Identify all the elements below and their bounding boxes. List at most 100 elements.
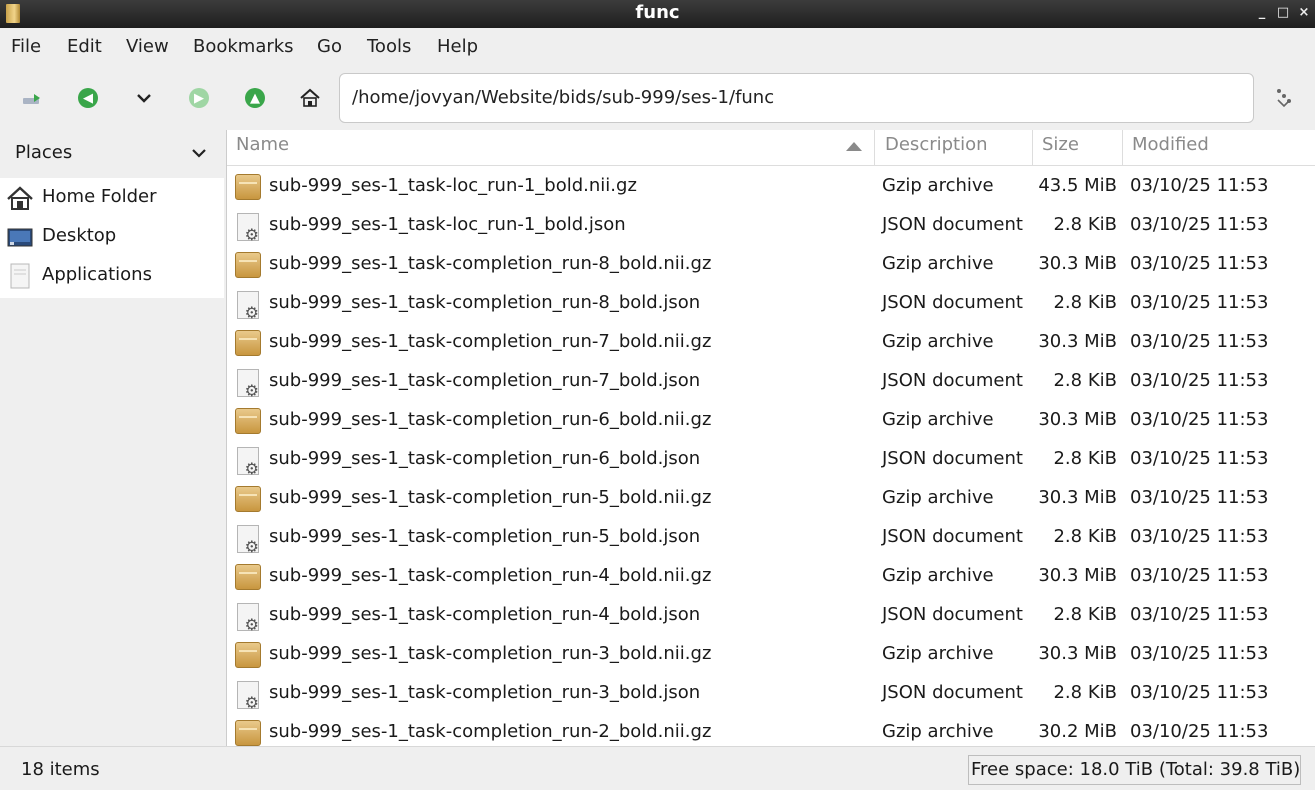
file-size: 2.8 KiB: [1053, 682, 1117, 703]
json-file-icon: [235, 369, 261, 400]
new-tab-button[interactable]: [20, 86, 44, 110]
json-file-icon: [235, 525, 261, 556]
column-header-name[interactable]: Name: [227, 130, 875, 166]
file-row[interactable]: sub-999_ses-1_task-completion_run-2_bold…: [227, 713, 1315, 746]
file-modified: 03/10/25 11:53: [1130, 565, 1269, 586]
maximize-button[interactable]: □: [1276, 4, 1290, 22]
file-size: 2.8 KiB: [1053, 604, 1117, 625]
menu-edit[interactable]: Edit: [67, 36, 102, 57]
menu-tools[interactable]: Tools: [367, 36, 411, 57]
close-button[interactable]: ×: [1297, 4, 1311, 22]
file-row[interactable]: sub-999_ses-1_task-completion_run-4_bold…: [227, 557, 1315, 596]
file-row[interactable]: sub-999_ses-1_task-completion_run-8_bold…: [227, 245, 1315, 284]
file-modified: 03/10/25 11:53: [1130, 292, 1269, 313]
json-file-icon: [235, 603, 261, 634]
archive-icon-glyph: [235, 174, 261, 200]
file-description: JSON document: [882, 448, 1023, 469]
menu-help[interactable]: Help: [437, 36, 478, 57]
path-input[interactable]: /home/jovyan/Website/bids/sub-999/ses-1/…: [339, 73, 1254, 123]
json-file-icon: [235, 213, 261, 244]
file-description: Gzip archive: [882, 565, 994, 586]
menu-bar: File Edit View Bookmarks Go Tools Help: [0, 28, 1315, 64]
column-header-label: Description: [885, 134, 988, 155]
json-file-icon: [235, 681, 261, 712]
file-row[interactable]: sub-999_ses-1_task-completion_run-7_bold…: [227, 362, 1315, 401]
archive-icon: [235, 408, 261, 434]
file-size: 30.3 MiB: [1038, 253, 1117, 274]
file-size: 30.3 MiB: [1038, 331, 1117, 352]
file-modified: 03/10/25 11:53: [1130, 175, 1269, 196]
sidebar-item-label: Desktop: [42, 225, 117, 246]
file-modified: 03/10/25 11:53: [1130, 721, 1269, 742]
menu-go[interactable]: Go: [317, 36, 342, 57]
file-description: Gzip archive: [882, 643, 994, 664]
file-row[interactable]: sub-999_ses-1_task-loc_run-1_bold.nii.gz…: [227, 167, 1315, 206]
json-icon-glyph: [237, 369, 259, 400]
column-header-description[interactable]: Description: [876, 130, 1033, 166]
column-header-size[interactable]: Size: [1033, 130, 1123, 166]
home-icon: [7, 186, 33, 210]
archive-icon-glyph: [235, 564, 261, 590]
chevron-down-icon: [192, 149, 206, 158]
window-title: func: [635, 2, 680, 23]
sort-ascending-icon: [846, 142, 862, 151]
file-size: 30.3 MiB: [1038, 565, 1117, 586]
back-button[interactable]: ◀: [76, 86, 100, 110]
file-row[interactable]: sub-999_ses-1_task-completion_run-3_bold…: [227, 674, 1315, 713]
up-button[interactable]: ▲: [243, 86, 267, 110]
archive-icon: [235, 642, 261, 668]
places-list: Home Folder Desktop Applications: [0, 178, 224, 298]
menu-view[interactable]: View: [126, 36, 169, 57]
file-row[interactable]: sub-999_ses-1_task-completion_run-8_bold…: [227, 284, 1315, 323]
json-icon-glyph: [237, 681, 259, 712]
places-header[interactable]: Places: [0, 130, 224, 178]
file-row[interactable]: sub-999_ses-1_task-completion_run-3_bold…: [227, 635, 1315, 674]
forward-arrow-icon: ▶: [189, 88, 209, 108]
file-modified: 03/10/25 11:53: [1130, 331, 1269, 352]
home-button[interactable]: [298, 86, 322, 110]
file-modified: 03/10/25 11:53: [1130, 643, 1269, 664]
file-row[interactable]: sub-999_ses-1_task-completion_run-5_bold…: [227, 518, 1315, 557]
column-header-label: Size: [1042, 134, 1079, 155]
file-description: JSON document: [882, 370, 1023, 391]
file-row[interactable]: sub-999_ses-1_task-completion_run-7_bold…: [227, 323, 1315, 362]
json-icon-glyph: [237, 603, 259, 634]
sidebar: Places Home Folder Desktop Applications: [0, 130, 224, 746]
file-name: sub-999_ses-1_task-completion_run-6_bold…: [269, 409, 712, 430]
forward-button[interactable]: ▶: [187, 86, 211, 110]
archive-icon: [235, 720, 261, 746]
file-row[interactable]: sub-999_ses-1_task-completion_run-6_bold…: [227, 401, 1315, 440]
file-modified: 03/10/25 11:53: [1130, 682, 1269, 703]
file-modified: 03/10/25 11:53: [1130, 370, 1269, 391]
file-name: sub-999_ses-1_task-completion_run-7_bold…: [269, 370, 701, 391]
file-name: sub-999_ses-1_task-completion_run-8_bold…: [269, 292, 701, 313]
toolbar: ◀ ▶ ▲ /home/jovyan/Website/bids/sub-999/…: [0, 64, 1315, 130]
sidebar-item-desktop[interactable]: Desktop: [0, 217, 224, 256]
menu-file[interactable]: File: [11, 36, 41, 57]
minimize-button[interactable]: _: [1255, 4, 1269, 22]
file-modified: 03/10/25 11:53: [1130, 409, 1269, 430]
archive-icon-glyph: [235, 252, 261, 278]
column-header-modified[interactable]: Modified: [1123, 130, 1315, 166]
location-toggle-button[interactable]: [1272, 86, 1296, 110]
file-row[interactable]: sub-999_ses-1_task-completion_run-4_bold…: [227, 596, 1315, 635]
file-modified: 03/10/25 11:53: [1130, 253, 1269, 274]
menu-bookmarks[interactable]: Bookmarks: [193, 36, 294, 57]
up-arrow-icon: ▲: [245, 88, 265, 108]
file-size: 43.5 MiB: [1038, 175, 1117, 196]
json-icon-glyph: [237, 447, 259, 478]
file-row[interactable]: sub-999_ses-1_task-loc_run-1_bold.json JS…: [227, 206, 1315, 245]
json-file-icon: [235, 291, 261, 322]
history-dropdown-button[interactable]: [132, 86, 156, 110]
file-row[interactable]: sub-999_ses-1_task-completion_run-5_bold…: [227, 479, 1315, 518]
status-bar: 18 items Free space: 18.0 TiB (Total: 39…: [0, 746, 1315, 790]
applications-icon: [10, 263, 30, 289]
file-size: 30.2 MiB: [1038, 721, 1117, 742]
path-dots-icon: [1277, 89, 1291, 108]
file-description: Gzip archive: [882, 175, 994, 196]
sidebar-item-home-folder[interactable]: Home Folder: [0, 178, 224, 217]
sidebar-item-applications[interactable]: Applications: [0, 256, 224, 295]
file-size: 2.8 KiB: [1053, 448, 1117, 469]
desktop-icon: [7, 228, 33, 247]
file-row[interactable]: sub-999_ses-1_task-completion_run-6_bold…: [227, 440, 1315, 479]
